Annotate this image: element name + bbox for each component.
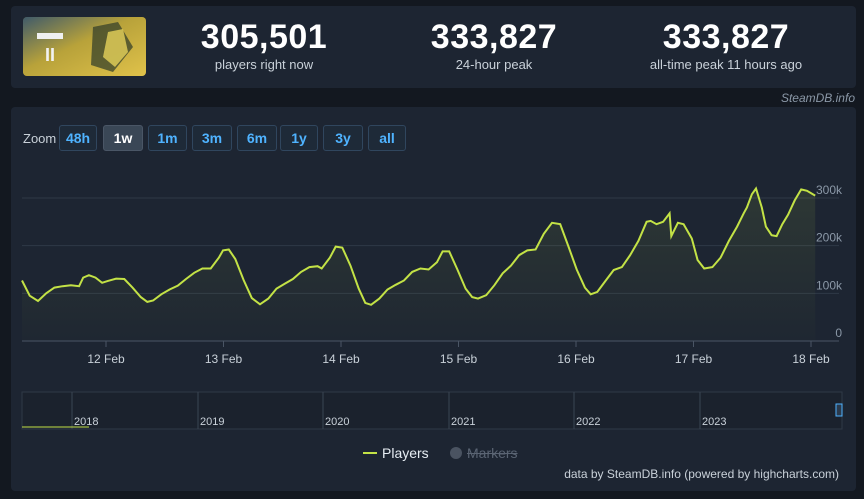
player-count-chart: 0 100k 200k 300k 12 Feb 13 Feb 14 Feb 15 Feb 16… xyxy=(21,183,843,430)
navigator-year-label: 2021 xyxy=(451,416,475,428)
helldivers-cover-art: II xyxy=(23,17,146,76)
navigator-year-label: 2023 xyxy=(702,416,726,428)
stats-bar: II 305,501 players right now 333,827 24-… xyxy=(11,6,856,88)
legend-players-swatch xyxy=(363,451,377,454)
legend-markers-dot xyxy=(450,446,462,459)
x-tick-label: 17 Feb xyxy=(675,352,713,366)
navigator-year-label: 2022 xyxy=(576,416,600,428)
stat-all-time-peak: 333,827 all-time peak 11 hours ago xyxy=(631,17,821,73)
current-players-label: players right now xyxy=(214,57,314,72)
y-tick-label: 100k xyxy=(816,278,843,292)
x-tick-label: 15 Feb xyxy=(440,352,478,366)
highcharts-credit[interactable]: data by SteamDB.info (powered by highcha… xyxy=(564,467,839,481)
navigator-year-label: 2019 xyxy=(200,416,224,428)
x-tick-label: 13 Feb xyxy=(205,352,243,366)
stat-24h-peak: 333,827 24-hour peak xyxy=(409,17,579,73)
legend-markers-label: Markers xyxy=(467,445,518,461)
y-tick-label: 200k xyxy=(816,231,843,245)
game-cover-image: II xyxy=(23,17,146,76)
players-area xyxy=(22,188,816,341)
legend-players-item[interactable]: Players xyxy=(363,445,429,461)
legend-players-label: Players xyxy=(382,445,429,461)
x-tick-label: 18 Feb xyxy=(792,352,830,366)
navigator-year-label: 2018 xyxy=(74,416,98,428)
peak-all-value: 333,827 xyxy=(662,18,790,56)
x-tick-label: 14 Feb xyxy=(322,352,360,366)
x-axis-labels: 12 Feb 13 Feb 14 Feb 15 Feb 16 Feb 17 Feb 18 F… xyxy=(87,341,830,366)
x-tick-label: 16 Feb xyxy=(557,352,595,366)
peak-24h-value: 333,827 xyxy=(430,18,558,56)
y-axis-labels: 0 100k 200k 300k xyxy=(816,183,843,340)
y-tick-label: 300k xyxy=(816,183,843,197)
peak-all-label: all-time peak 11 hours ago xyxy=(649,57,803,72)
y-tick-label: 0 xyxy=(835,326,842,340)
peak-24h-label: 24-hour peak xyxy=(455,57,533,72)
navigator-year-label: 2020 xyxy=(325,416,349,428)
range-navigator[interactable]: 2018 2019 2020 2021 2022 2023 xyxy=(21,391,843,430)
navigator-range-handle[interactable] xyxy=(835,403,843,417)
steamdb-credit-top[interactable]: SteamDB.info xyxy=(781,91,855,105)
legend-markers-item[interactable]: Markers xyxy=(450,445,518,461)
svg-text:II: II xyxy=(45,45,55,65)
x-tick-label: 12 Feb xyxy=(87,352,125,366)
chart-panel: Zoom 48h 1w 1m 3m 6m 1y 3y all 0 100k 200k… xyxy=(11,107,856,491)
current-players-value: 305,501 xyxy=(200,18,328,56)
stat-current-players: 305,501 players right now xyxy=(179,17,349,73)
